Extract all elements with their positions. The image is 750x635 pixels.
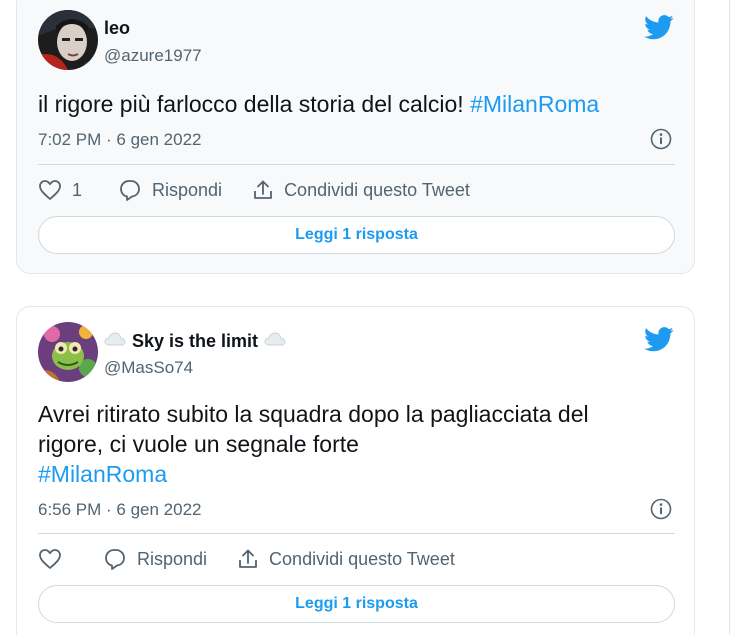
hashtag-link[interactable]: #MilanRoma (38, 459, 658, 489)
like-button[interactable] (38, 548, 62, 570)
tweet-body-line: Avrei ritirato subito la squadra dopo la… (38, 401, 589, 427)
share-button[interactable]: Condividi questo Tweet (237, 548, 455, 570)
tweet-text: il rigore più farlocco della storia del … (38, 89, 658, 119)
display-name-text[interactable]: Sky is the limit (132, 331, 258, 352)
like-count: 1 (72, 179, 83, 200)
user-handle[interactable]: @azure1977 (104, 46, 202, 66)
display-name[interactable]: Sky is the limit (104, 331, 286, 352)
info-icon[interactable] (650, 498, 672, 520)
display-name-text[interactable]: leo (104, 18, 130, 39)
reply-icon[interactable] (118, 179, 142, 201)
heart-icon[interactable] (38, 548, 62, 570)
like-button[interactable]: 1 (38, 179, 82, 201)
scroll-edge (729, 0, 730, 635)
info-icon[interactable] (650, 128, 672, 150)
tweet-text: Avrei ritirato subito la squadra dopo la… (38, 399, 658, 489)
twitter-bird-icon[interactable] (644, 15, 674, 40)
hashtag-link[interactable]: #MilanRoma (470, 91, 599, 117)
divider (38, 533, 675, 534)
reply-icon[interactable] (103, 548, 127, 570)
share-label[interactable]: Condividi questo Tweet (284, 180, 470, 201)
reply-label[interactable]: Rispondi (137, 549, 207, 570)
cloud-icon (264, 331, 286, 352)
read-replies-button[interactable]: Leggi 1 risposta (38, 585, 675, 623)
divider (38, 164, 675, 165)
action-bar: Rispondi Condividi questo Tweet (38, 546, 455, 572)
tweet-timestamp[interactable]: 7:02 PM · 6 gen 2022 (38, 130, 202, 150)
share-label[interactable]: Condividi questo Tweet (269, 549, 455, 570)
tweet-body: il rigore più farlocco della storia del … (38, 91, 471, 117)
read-replies-button[interactable]: Leggi 1 risposta (38, 216, 675, 254)
reply-button[interactable]: Rispondi (103, 548, 207, 570)
tweet-body-line: rigore, ci vuole un segnale forte (38, 431, 359, 457)
display-name[interactable]: leo (104, 18, 130, 39)
page: leo @azure1977 il rigore più farlocco de… (0, 0, 750, 635)
action-bar: 1 Rispondi Condividi questo Tweet (38, 177, 470, 203)
tweet-card[interactable]: Sky is the limit @MasSo74 Avrei ritirato… (16, 306, 695, 635)
avatar[interactable] (38, 322, 98, 382)
cloud-icon (104, 331, 126, 352)
avatar[interactable] (38, 10, 98, 70)
share-icon[interactable] (252, 179, 274, 201)
share-icon[interactable] (237, 548, 259, 570)
reply-label[interactable]: Rispondi (152, 180, 222, 201)
user-handle[interactable]: @MasSo74 (104, 358, 193, 378)
share-button[interactable]: Condividi questo Tweet (252, 179, 470, 201)
reply-button[interactable]: Rispondi (118, 179, 222, 201)
tweet-card[interactable]: leo @azure1977 il rigore più farlocco de… (16, 0, 695, 274)
heart-icon[interactable] (38, 179, 62, 201)
tweet-timestamp[interactable]: 6:56 PM · 6 gen 2022 (38, 500, 202, 520)
twitter-bird-icon[interactable] (644, 327, 674, 352)
